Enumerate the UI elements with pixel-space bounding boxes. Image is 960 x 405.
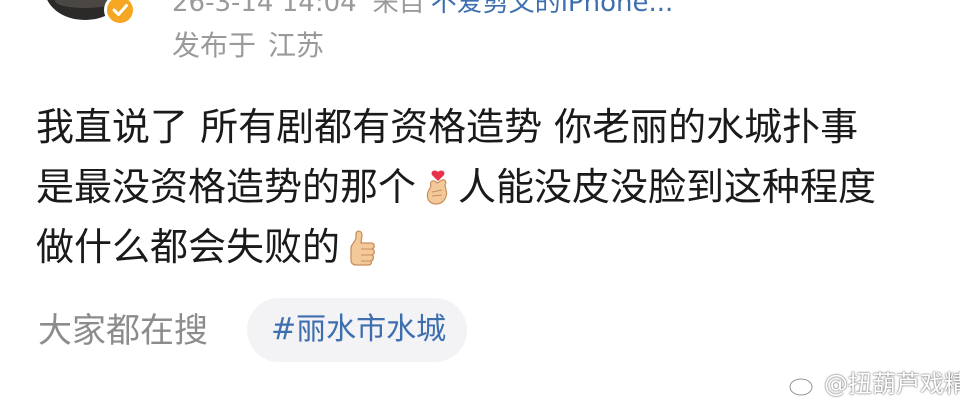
- post-text-segment: 做什么都会失败的: [36, 225, 341, 269]
- post-body: 我直说了 所有剧都有资格造势 你老丽的水城扑事 是最没资格造势的那个 人能没皮没…: [36, 97, 926, 277]
- weibo-logo-icon: [788, 373, 819, 397]
- trending-search-label: 大家都在搜: [38, 311, 208, 351]
- post-text-segment: 人能没皮没脸到这种程度: [458, 165, 877, 209]
- post-meta-line: 26-3-14 14:04 来自 不爱剪叉的iPhone...: [172, 0, 673, 20]
- location-name: 江苏: [268, 29, 325, 62]
- location-prefix: 发布于: [172, 29, 257, 62]
- watermark-text: @扭葫芦戏精: [824, 370, 960, 398]
- verified-badge-icon: [104, 0, 136, 26]
- post-text-segment: 是最没资格造势的那个: [36, 165, 417, 209]
- post-timestamp: 26-3-14 14:04: [172, 0, 357, 18]
- hashtag-chip[interactable]: #丽水市水城: [247, 298, 467, 362]
- post-location: 发布于 江苏: [172, 26, 324, 66]
- source-device-link[interactable]: 不爱剪叉的iPhone...: [431, 0, 674, 18]
- finger-heart-emoji: [426, 170, 448, 205]
- post-text-line-3: 做什么都会失败的: [36, 217, 926, 277]
- watermark: @扭葫芦戏精: [788, 366, 960, 402]
- source-prefix: 来自: [372, 0, 425, 18]
- weibo-post-screen: { "post_header": { "timestamp": "26-3-14…: [0, 0, 960, 405]
- thumbs-up-emoji: [350, 230, 375, 266]
- post-text-line-1: 我直说了 所有剧都有资格造势 你老丽的水城扑事: [36, 97, 926, 157]
- post-text-line-2: 是最没资格造势的那个 人能没皮没脸到这种程度: [36, 157, 926, 217]
- post-text-segment: 我直说了 所有剧都有资格造势 你老丽的水城扑事: [36, 105, 859, 149]
